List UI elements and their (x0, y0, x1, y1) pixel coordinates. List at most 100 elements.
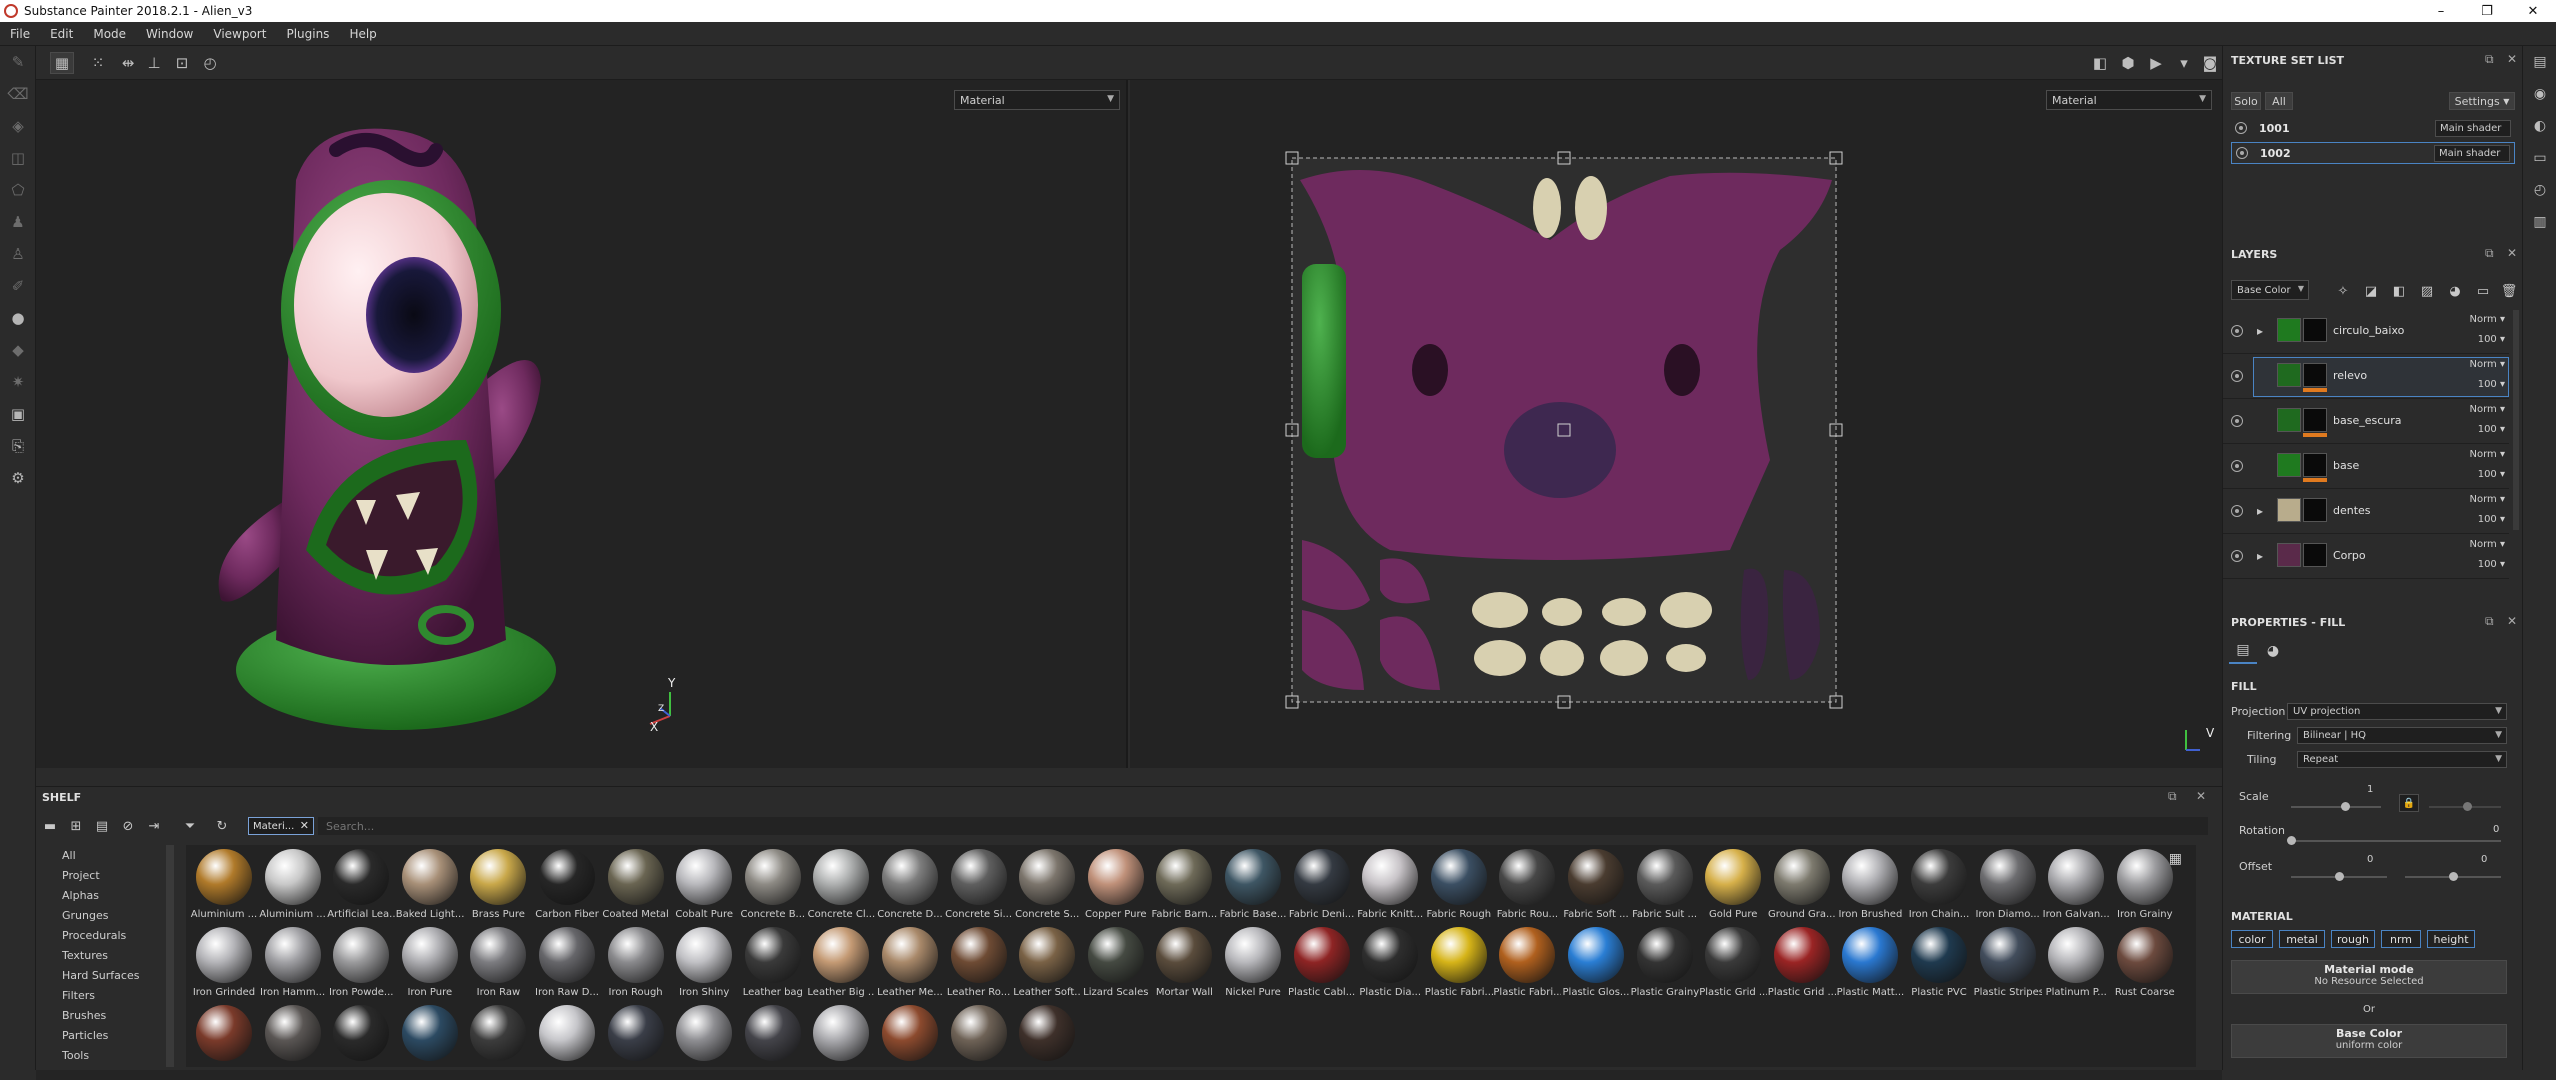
lock-icon[interactable]: 🔒 (2399, 794, 2419, 812)
channel-metal-button[interactable]: metal (2279, 930, 2325, 948)
material-thumbnail[interactable]: Plastic Cabl... (1288, 925, 1356, 1005)
paint-brush-icon[interactable]: ✎ (0, 46, 36, 78)
material-thumbnail[interactable]: Iron Raw (464, 925, 532, 1005)
scale-slider[interactable] (2291, 806, 2381, 808)
material-thumbnail[interactable]: Cobalt Pure (670, 847, 738, 927)
channel-rough-button[interactable]: rough (2331, 930, 2375, 948)
folder-icon[interactable]: ▸ (2257, 549, 2263, 563)
blend-mode-dropdown[interactable]: Norm ▾ (2470, 494, 2505, 505)
categories-scrollbar[interactable] (166, 845, 174, 1067)
material-thumbnail[interactable]: Plastic Fabri... (1425, 925, 1493, 1005)
material-thumbnail[interactable]: Plastic Grainy (1631, 925, 1699, 1005)
material-thumbnail[interactable]: Leather bag (739, 925, 807, 1005)
material-thumbnail[interactable]: Artificial Lea... (327, 847, 395, 927)
material-thumbnail[interactable]: Leather Big ... (807, 925, 875, 1005)
blend-mode-dropdown[interactable]: Norm ▾ (2470, 359, 2505, 370)
material-thumbnail[interactable]: Fabric Rough (1425, 847, 1493, 927)
material-thumbnail[interactable]: Iron Raw D... (533, 925, 601, 1005)
visibility-eye-icon[interactable] (2231, 370, 2243, 382)
material-thumbnail[interactable]: Leather Ro... (945, 925, 1013, 1005)
uv-texture-map[interactable] (1130, 80, 2222, 768)
close-icon[interactable]: ✕ (300, 819, 309, 832)
material-thumbnail[interactable]: Plastic PVC (1905, 925, 1973, 1005)
tiled-view-icon[interactable]: ⁙ (86, 52, 110, 74)
clone-icon[interactable]: ♙ (0, 238, 36, 270)
offset-u-slider-knob[interactable] (2335, 872, 2344, 881)
align-icon[interactable]: ⊥ (142, 52, 166, 74)
filtering-dropdown[interactable]: Bilinear | HQ ▼ (2297, 727, 2507, 744)
viewport-2d[interactable]: Material ▼ V (1130, 80, 2222, 768)
maximize-button[interactable]: ❐ (2464, 0, 2510, 22)
material-thumbnail[interactable]: Mortar Wall (1150, 925, 1218, 1005)
menu-plugins[interactable]: Plugins (276, 27, 339, 41)
texture-set-row[interactable]: 1001 Main shader (2231, 118, 2515, 140)
visibility-eye-icon[interactable] (2231, 415, 2243, 427)
close-panel-icon[interactable]: ✕ (2507, 614, 2517, 628)
solo-button[interactable]: Solo (2231, 92, 2261, 110)
channel-height-button[interactable]: height (2427, 930, 2475, 948)
layer-row[interactable]: ▸ dentes Norm ▾ 100 ▾ (2223, 490, 2509, 534)
visibility-eye-icon[interactable] (2231, 325, 2243, 337)
material-thumbnail[interactable] (602, 1003, 670, 1067)
history-icon[interactable]: ◴ (2523, 174, 2556, 206)
layer-mask-thumbnail[interactable] (2303, 453, 2327, 477)
material-thumbnail[interactable]: Fabric Knitt... (1356, 847, 1424, 927)
channel-dropdown[interactable]: Base Color ▼ (2231, 280, 2309, 300)
add-fill-layer-icon[interactable]: ◧ (2389, 282, 2409, 300)
close-panel-icon[interactable]: ✕ (2507, 246, 2517, 260)
shader-dropdown[interactable]: Main shader (2435, 120, 2511, 137)
channel-nrm-button[interactable]: nrm (2381, 930, 2421, 948)
material-thumbnail[interactable] (876, 1003, 944, 1067)
layer-mask-thumbnail[interactable] (2303, 543, 2327, 567)
color-picker-icon[interactable]: ✐ (0, 270, 36, 302)
material-thumbnail[interactable] (739, 1003, 807, 1067)
undock-icon[interactable]: ⧉ (2168, 789, 2177, 804)
material-thumbnail[interactable]: Iron Grinded (190, 925, 258, 1005)
material-thumbnail[interactable]: Fabric Suit ... (1631, 847, 1699, 927)
material-thumbnail[interactable]: Iron Diamo... (1974, 847, 2042, 927)
material-thumbnail[interactable]: Leather Me... (876, 925, 944, 1005)
material-thumbnail[interactable]: Iron Rough (602, 925, 670, 1005)
screenshot-icon[interactable]: ◙ (2198, 52, 2222, 74)
material-thumbnail[interactable]: Iron Grainy (2111, 847, 2179, 927)
material-thumbnail[interactable]: Copper Pure (1082, 847, 1150, 927)
material-thumbnail[interactable]: Iron Powde... (327, 925, 395, 1005)
opacity-field[interactable]: 100 ▾ (2478, 334, 2505, 345)
add-effect-icon[interactable]: ✧ (2333, 282, 2353, 300)
close-button[interactable]: ✕ (2510, 0, 2556, 22)
shader-dropdown[interactable]: Main shader (2434, 145, 2510, 162)
visibility-eye-icon[interactable] (2231, 505, 2243, 517)
projection-icon[interactable]: ◈ (0, 110, 36, 142)
rotation-slider-knob[interactable] (2287, 836, 2296, 845)
display-icon[interactable]: ▾ (2172, 52, 2196, 74)
new-shelf-icon[interactable]: ⊞ (66, 817, 86, 835)
close-panel-icon[interactable]: ✕ (2507, 52, 2517, 66)
material-thumbnail[interactable]: Fabric Rou... (1493, 847, 1561, 927)
texture-set-row-selected[interactable]: 1002 Main shader (2231, 142, 2515, 164)
opacity-field[interactable]: 100 ▾ (2478, 514, 2505, 525)
menu-window[interactable]: Window (136, 27, 203, 41)
fill-properties-tab-icon[interactable]: ▤ (2229, 638, 2257, 664)
material-thumbnail[interactable]: Gold Pure (1699, 847, 1767, 927)
single-view-icon[interactable]: ▦ (50, 52, 74, 74)
material-thumbnail[interactable]: Iron Chain... (1905, 847, 1973, 927)
material-thumbnail[interactable]: Plastic Matt... (1836, 925, 1904, 1005)
add-folder-icon[interactable]: ▭ (2473, 282, 2493, 300)
viewer-settings-icon[interactable]: ▭ (2523, 142, 2556, 174)
delete-layer-icon[interactable]: 🗑 (2499, 282, 2519, 300)
undock-icon[interactable]: ⧉ (2485, 614, 2494, 629)
material-thumbnail[interactable] (1013, 1003, 1081, 1067)
visibility-eye-icon[interactable] (2231, 460, 2243, 472)
material-thumbnail[interactable] (327, 1003, 395, 1067)
layers-scrollbar[interactable] (2513, 310, 2519, 530)
smudge-icon[interactable]: ♟ (0, 206, 36, 238)
visibility-eye-icon[interactable] (2231, 550, 2243, 562)
blend-mode-dropdown[interactable]: Norm ▾ (2470, 539, 2505, 550)
settings-gear-icon[interactable]: ⚙ (0, 462, 36, 494)
frame-icon[interactable]: ⊡ (170, 52, 194, 74)
viewport-3d[interactable]: Material ▼ Y X Z (36, 80, 1128, 768)
menu-viewport[interactable]: Viewport (203, 27, 276, 41)
material-thumbnail[interactable] (190, 1003, 258, 1067)
material-thumbnail[interactable]: Iron Galvan... (2042, 847, 2110, 927)
opacity-field[interactable]: 100 ▾ (2478, 379, 2505, 390)
